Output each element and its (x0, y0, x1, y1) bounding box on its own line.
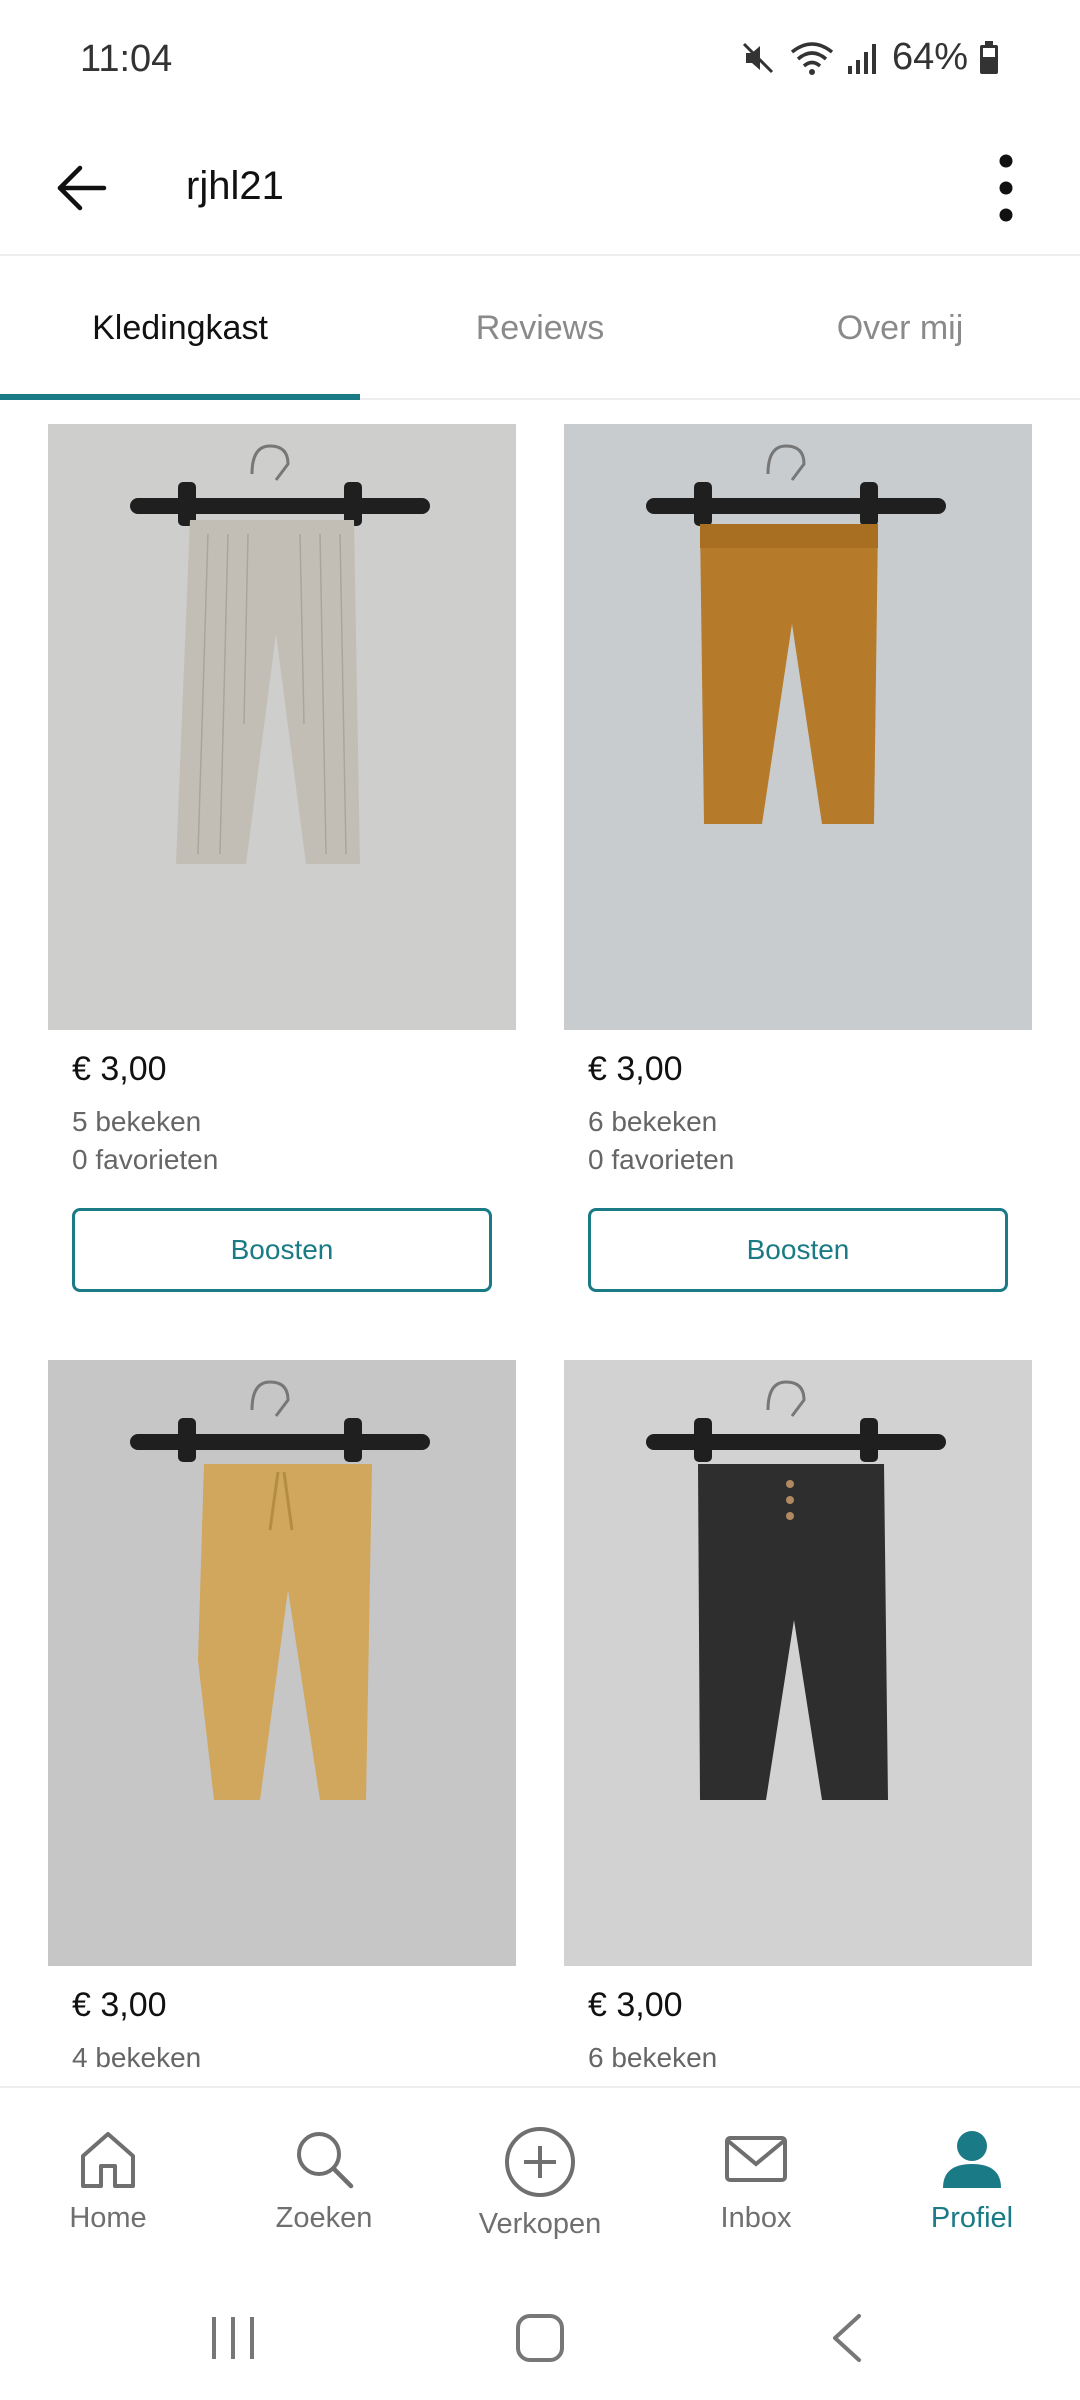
nav-home-label: Home (69, 2202, 147, 2234)
status-bar: 11:04 64% (0, 0, 1080, 120)
status-time: 11:04 (80, 38, 173, 80)
listing-price: € 3,00 (72, 1050, 167, 1088)
bottom-navigation: Home Zoeken Verkopen Inbox Profiel (0, 2086, 1080, 2276)
home-icon (81, 2132, 135, 2188)
listing-views: 5 bekeken (72, 1106, 202, 1137)
more-options-button[interactable] (960, 142, 1052, 234)
listing-card[interactable]: € 3,00 4 bekeken (48, 1360, 516, 2073)
boost-button[interactable]: Boosten (72, 1208, 492, 1292)
arrow-left-icon (57, 165, 107, 211)
listing-price: € 3,00 (588, 1986, 683, 2024)
home-square-icon (515, 2314, 564, 2362)
listing-views: 6 bekeken (588, 2042, 718, 2073)
wardrobe-grid: € 3,00 5 bekeken 0 favorieten Boosten € … (0, 402, 1080, 2086)
listing-favorites: 0 favorieten (588, 1144, 735, 1175)
listing-views: 6 bekeken (588, 1106, 718, 1137)
nav-profiel-label: Profiel (930, 2202, 1014, 2234)
listing-price: € 3,00 (588, 1050, 683, 1088)
listing-views: 4 bekeken (72, 2042, 202, 2073)
screen: 11:04 64% rjhl21 Kledingkast Reviews Ove… (0, 0, 1080, 2400)
mute-icon (738, 38, 778, 78)
recent-apps-icon (212, 2317, 255, 2359)
nav-home[interactable]: Home (0, 2088, 216, 2276)
plus-circle-icon (505, 2127, 575, 2197)
listing-photo[interactable] (564, 424, 1032, 1030)
tab-over-mij[interactable]: Over mij (720, 258, 1080, 398)
listing-price: € 3,00 (72, 1986, 167, 2024)
listing-photo[interactable] (48, 424, 516, 1030)
nav-inbox-label: Inbox (720, 2202, 792, 2234)
nav-verkopen-label: Verkopen (478, 2208, 602, 2240)
search-icon (297, 2132, 354, 2189)
listing-card[interactable]: € 3,00 5 bekeken 0 favorieten Boosten (48, 424, 516, 1292)
app-bar: rjhl21 (0, 120, 1080, 256)
back-button[interactable] (36, 142, 128, 234)
tab-reviews[interactable]: Reviews (360, 258, 720, 398)
profile-tabs: Kledingkast Reviews Over mij (0, 258, 1080, 400)
nav-verkopen[interactable]: Verkopen (432, 2088, 648, 2276)
battery-percentage: 64% (891, 36, 968, 78)
more-vertical-icon (999, 154, 1013, 222)
status-icons: 64% (738, 36, 1000, 79)
signal-icon (846, 38, 878, 78)
battery-icon (978, 38, 1000, 78)
nav-inbox[interactable]: Inbox (648, 2088, 864, 2276)
nav-profiel[interactable]: Profiel (864, 2088, 1080, 2276)
mail-icon (725, 2136, 787, 2182)
home-button[interactable] (490, 2298, 590, 2378)
person-icon (943, 2131, 1001, 2188)
tab-kledingkast[interactable]: Kledingkast (0, 258, 360, 400)
page-title: rjhl21 (186, 164, 284, 208)
listing-card[interactable]: € 3,00 6 bekeken (564, 1360, 1032, 2073)
boost-button[interactable]: Boosten (588, 1208, 1008, 1292)
listing-photo[interactable] (48, 1360, 516, 1966)
system-navigation (0, 2276, 1080, 2400)
chevron-left-icon (832, 2314, 861, 2362)
system-back-button[interactable] (797, 2298, 897, 2378)
listing-favorites: 0 favorieten (72, 1144, 219, 1175)
listing-photo[interactable] (564, 1360, 1032, 1966)
recent-apps-button[interactable] (183, 2298, 283, 2378)
nav-zoeken[interactable]: Zoeken (216, 2088, 432, 2276)
listing-card[interactable]: € 3,00 6 bekeken 0 favorieten Boosten (564, 424, 1032, 1292)
wifi-icon (788, 38, 836, 78)
nav-zoeken-label: Zoeken (275, 2202, 373, 2234)
